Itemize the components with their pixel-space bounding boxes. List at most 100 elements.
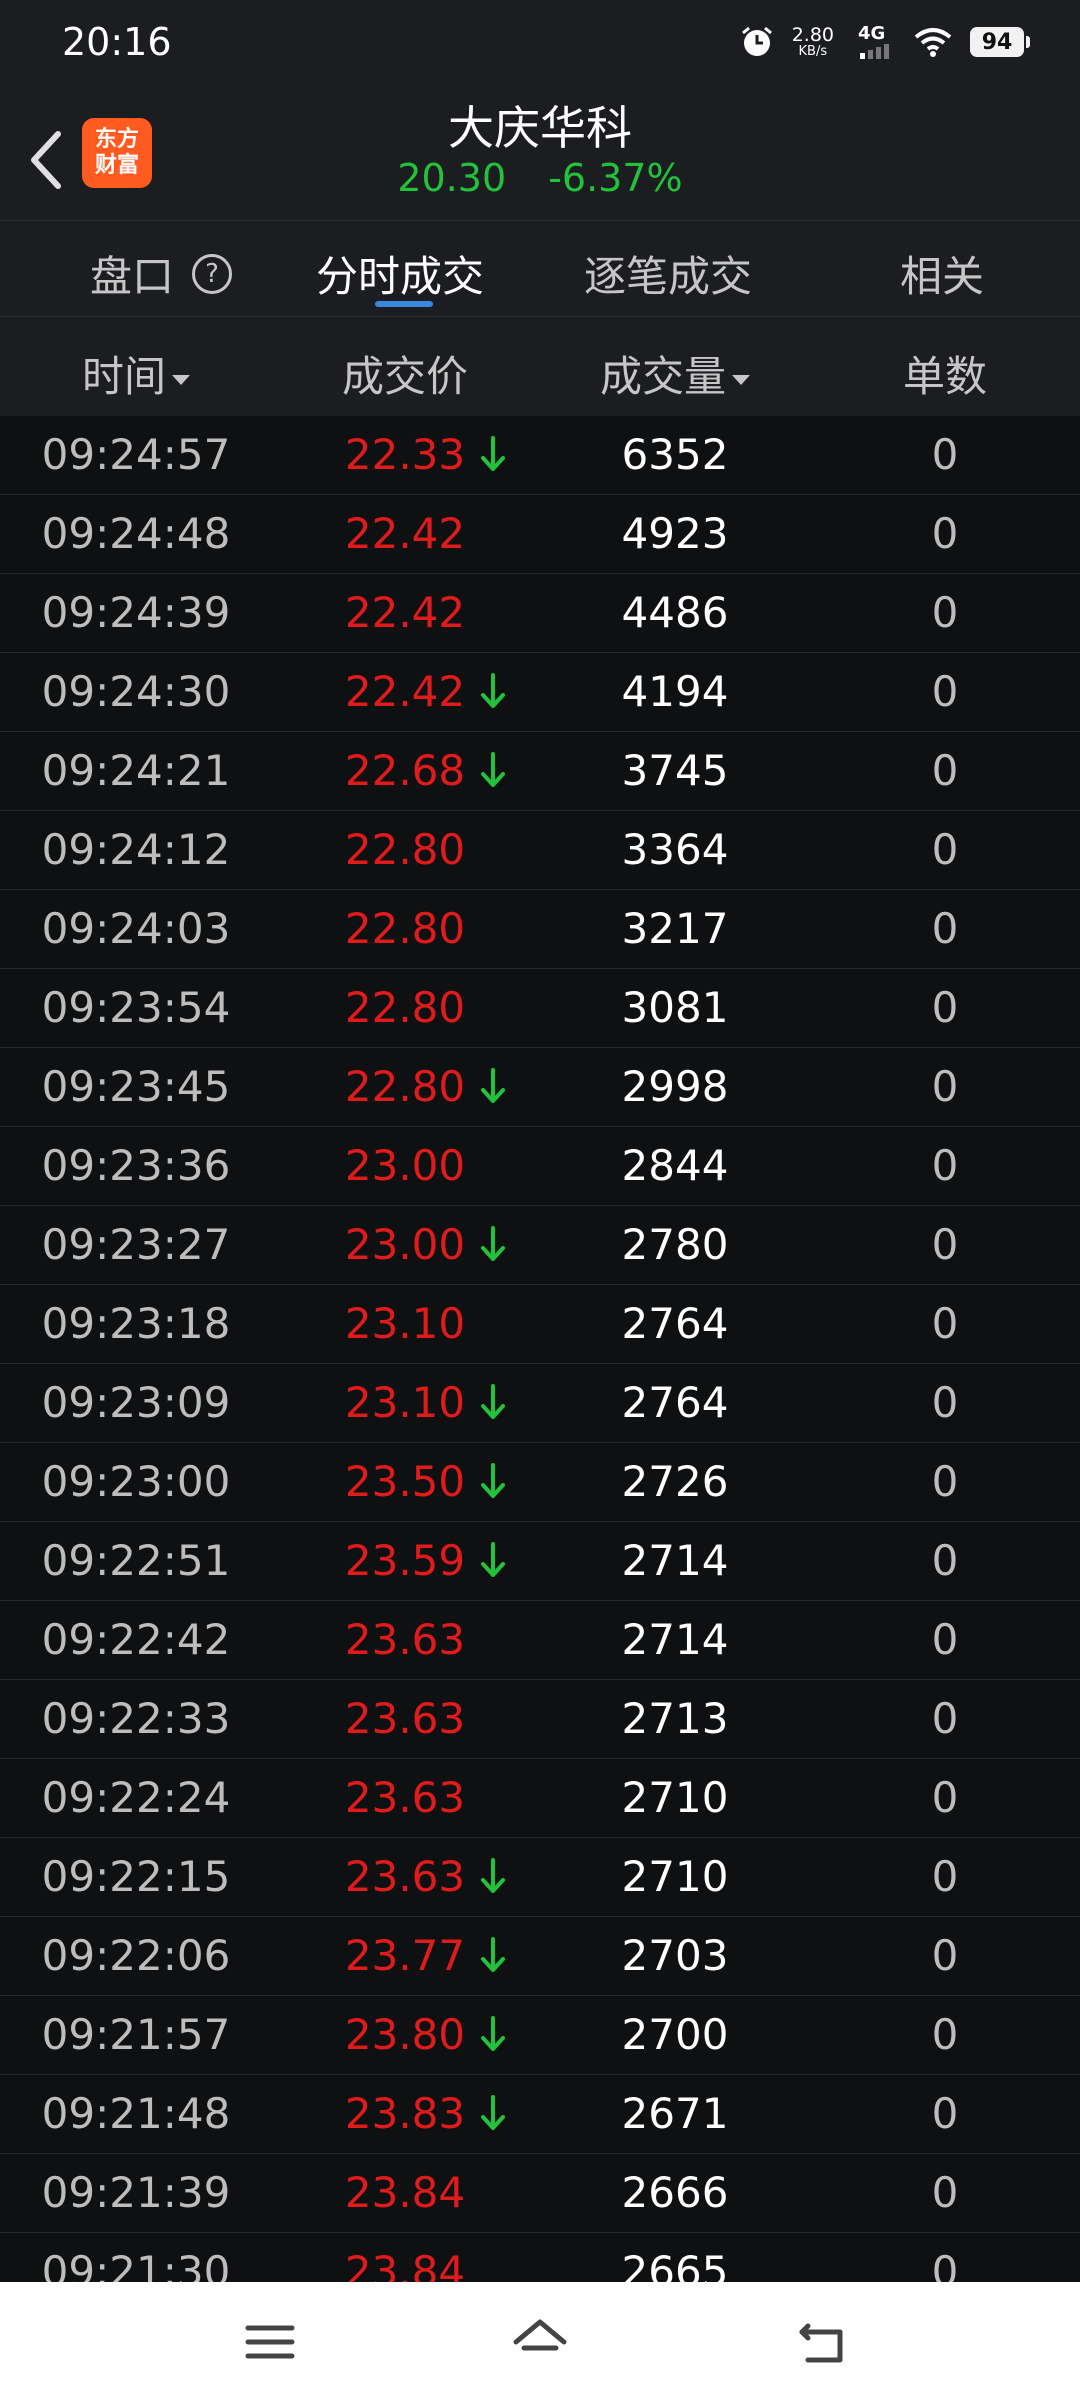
trade-volume: 4486 [621, 588, 729, 637]
down-arrow-icon [481, 436, 505, 471]
trade-price: 22.68 [344, 746, 466, 795]
table-row[interactable]: 09:24:03 22.80 3217 0 [0, 890, 1080, 969]
stock-price: 20.30 [397, 156, 507, 200]
table-row[interactable]: 09:24:39 22.42 4486 0 [0, 574, 1080, 653]
trade-volume: 2665 [621, 2247, 729, 2282]
table-row[interactable]: 09:22:33 23.63 2713 0 [0, 1680, 1080, 1759]
table-row[interactable]: 09:22:15 23.63 2710 0 [0, 1838, 1080, 1917]
table-row[interactable]: 09:23:54 22.80 3081 0 [0, 969, 1080, 1048]
table-row[interactable]: 09:22:51 23.59 2714 0 [0, 1522, 1080, 1601]
tab-time-share-trades-label: 分时成交 [316, 252, 485, 301]
trade-price: 22.42 [344, 509, 466, 558]
table-row[interactable]: 09:23:36 23.00 2844 0 [0, 1127, 1080, 1206]
trade-count: 0 [931, 1852, 959, 1901]
column-header-count: 单数 [903, 343, 987, 404]
table-row[interactable]: 09:22:06 23.77 2703 0 [0, 1917, 1080, 1996]
battery-icon: 94 [970, 27, 1030, 57]
tab-time-share-trades[interactable]: 分时成交 [316, 243, 484, 304]
down-arrow-icon [481, 1068, 505, 1103]
table-header: 时间 成交价 成交量 单数 [0, 316, 1080, 416]
table-row[interactable]: 09:24:12 22.80 3364 0 [0, 811, 1080, 890]
trade-price: 23.84 [344, 2247, 466, 2282]
trade-count: 0 [931, 2247, 959, 2282]
table-row[interactable]: 09:23:00 23.50 2726 0 [0, 1443, 1080, 1522]
table-row[interactable]: 09:22:42 23.63 2714 0 [0, 1601, 1080, 1680]
trade-price: 23.63 [344, 1615, 466, 1664]
question-circle-icon[interactable]: ? [192, 253, 233, 294]
down-arrow-icon [481, 673, 505, 708]
trade-count: 0 [931, 1615, 959, 1664]
tab-order-book[interactable]: 盘口 ? [90, 243, 233, 304]
network-type: 4G [858, 23, 886, 44]
table-row[interactable]: 09:21:30 23.84 2665 0 [0, 2233, 1080, 2282]
table-row[interactable]: 09:21:48 23.83 2671 0 [0, 2075, 1080, 2154]
trade-price: 22.42 [344, 588, 466, 637]
trade-price: 23.63 [344, 1694, 466, 1743]
trade-time: 09:22:15 [41, 1852, 231, 1901]
trade-time: 09:23:27 [41, 1220, 231, 1269]
trade-volume: 2726 [621, 1457, 729, 1506]
wifi-icon [914, 28, 952, 57]
trade-volume: 2764 [621, 1378, 729, 1427]
down-arrow-icon [481, 752, 505, 787]
trade-volume: 2671 [621, 2089, 729, 2138]
menu-icon[interactable] [240, 2312, 300, 2372]
tab-tick-trades[interactable]: 逐笔成交 [584, 243, 752, 304]
table-row[interactable]: 09:23:09 23.10 2764 0 [0, 1364, 1080, 1443]
trade-price: 23.77 [344, 1931, 466, 1980]
stock-header: 东方 财富 大庆华科 20.30 -6.37% [0, 84, 1080, 220]
trade-price: 23.63 [344, 1773, 466, 1822]
trade-price: 23.63 [344, 1852, 466, 1901]
sort-caret-icon [172, 374, 191, 385]
table-row[interactable]: 09:23:45 22.80 2998 0 [0, 1048, 1080, 1127]
alarm-icon [741, 26, 772, 56]
trade-time: 09:23:54 [41, 983, 231, 1032]
column-header-time[interactable]: 时间 [82, 343, 191, 404]
table-row[interactable]: 09:22:24 23.63 2710 0 [0, 1759, 1080, 1838]
trade-time: 09:21:48 [41, 2089, 231, 2138]
trade-price: 23.00 [344, 1220, 466, 1269]
trade-price: 23.10 [344, 1299, 466, 1348]
trade-price: 22.80 [344, 825, 466, 874]
sort-caret-icon [732, 374, 751, 385]
trade-count: 0 [931, 1378, 959, 1427]
tab-related[interactable]: 相关 [900, 243, 984, 304]
trade-volume: 2714 [621, 1536, 729, 1585]
table-row[interactable]: 09:24:48 22.42 4923 0 [0, 495, 1080, 574]
trade-time: 09:24:12 [41, 825, 231, 874]
down-arrow-icon [481, 1226, 505, 1261]
trade-time: 09:22:33 [41, 1694, 231, 1743]
trade-list[interactable]: 09:24:57 22.33 6352 0 09:24:48 22.42 4923 0 09:2… [0, 416, 1080, 2282]
column-header-volume[interactable]: 成交量 [599, 343, 751, 404]
table-row[interactable]: 09:23:27 23.00 2780 0 [0, 1206, 1080, 1285]
column-header-volume-label: 成交量 [599, 352, 727, 401]
table-row[interactable]: 09:24:57 22.33 6352 0 [0, 416, 1080, 495]
battery-level: 94 [981, 29, 1013, 55]
trade-volume: 2714 [621, 1615, 729, 1664]
table-row[interactable]: 09:21:57 23.80 2700 0 [0, 1996, 1080, 2075]
trade-volume: 2844 [621, 1141, 729, 1190]
trade-count: 0 [931, 1931, 959, 1980]
trade-volume: 6352 [621, 430, 729, 479]
table-row[interactable]: 09:23:18 23.10 2764 0 [0, 1285, 1080, 1364]
back-icon[interactable] [794, 2312, 854, 2372]
status-icons: 2.80 KB/s 4G 94 [740, 22, 1030, 62]
trade-count: 0 [931, 2010, 959, 2059]
tab-bar: 盘口 ? 分时成交 逐笔成交 相关 [0, 220, 1080, 316]
network-speed: 2.80 KB/s [792, 26, 834, 59]
home-icon[interactable] [510, 2312, 570, 2372]
active-tab-indicator [375, 301, 433, 307]
table-row[interactable]: 09:24:21 22.68 3745 0 [0, 732, 1080, 811]
trade-time: 09:22:06 [41, 1931, 231, 1980]
trade-count: 0 [931, 1220, 959, 1269]
trade-count: 0 [931, 430, 959, 479]
trade-count: 0 [931, 1141, 959, 1190]
trade-count: 0 [931, 588, 959, 637]
trade-volume: 3217 [621, 904, 729, 953]
trade-volume: 2710 [621, 1773, 729, 1822]
trade-count: 0 [931, 1062, 959, 1111]
trade-count: 0 [931, 904, 959, 953]
table-row[interactable]: 09:24:30 22.42 4194 0 [0, 653, 1080, 732]
trade-time: 09:24:03 [41, 904, 231, 953]
table-row[interactable]: 09:21:39 23.84 2666 0 [0, 2154, 1080, 2233]
